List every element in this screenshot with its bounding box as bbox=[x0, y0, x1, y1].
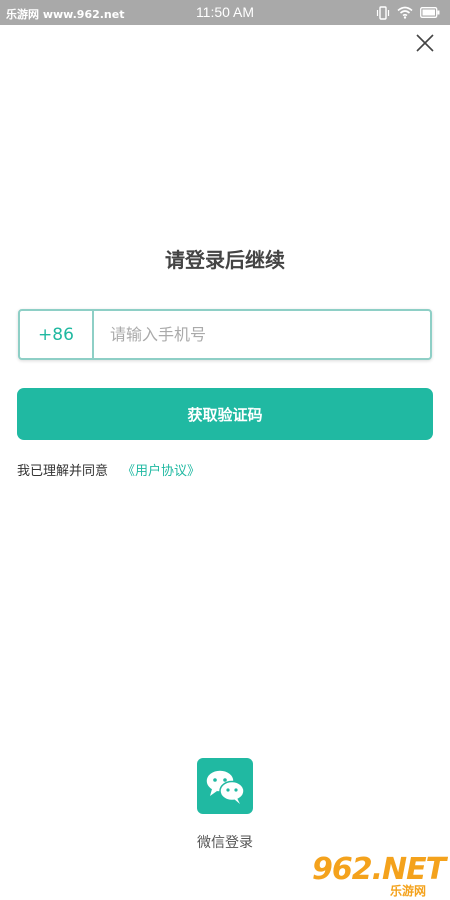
wifi-icon bbox=[397, 6, 413, 19]
close-icon bbox=[416, 34, 434, 52]
agreement-row: 我已理解并同意 《用户协议》 bbox=[17, 460, 200, 479]
site-watermark: 962.NET 乐游网 bbox=[312, 852, 446, 898]
close-button[interactable] bbox=[410, 28, 440, 58]
vibrate-icon bbox=[376, 5, 390, 20]
wechat-login-button[interactable] bbox=[197, 758, 253, 814]
phone-input-group: +86 bbox=[18, 309, 432, 360]
status-icons bbox=[376, 5, 440, 20]
phone-input[interactable] bbox=[94, 311, 430, 358]
page-title: 请登录后继续 bbox=[165, 248, 285, 272]
agreement-text: 我已理解并同意 bbox=[17, 464, 109, 479]
wechat-login-label: 微信登录 bbox=[197, 835, 253, 851]
watermark-sub: 乐游网 bbox=[390, 884, 427, 898]
user-agreement-link[interactable]: 《用户协议》 bbox=[122, 460, 200, 479]
get-code-button[interactable]: 获取验证码 bbox=[17, 388, 433, 440]
status-bar: 乐游网 www.962.net 11:50 AM bbox=[0, 0, 450, 25]
battery-icon bbox=[420, 7, 440, 18]
country-code-selector[interactable]: +86 bbox=[20, 311, 94, 358]
wechat-icon bbox=[205, 769, 245, 804]
